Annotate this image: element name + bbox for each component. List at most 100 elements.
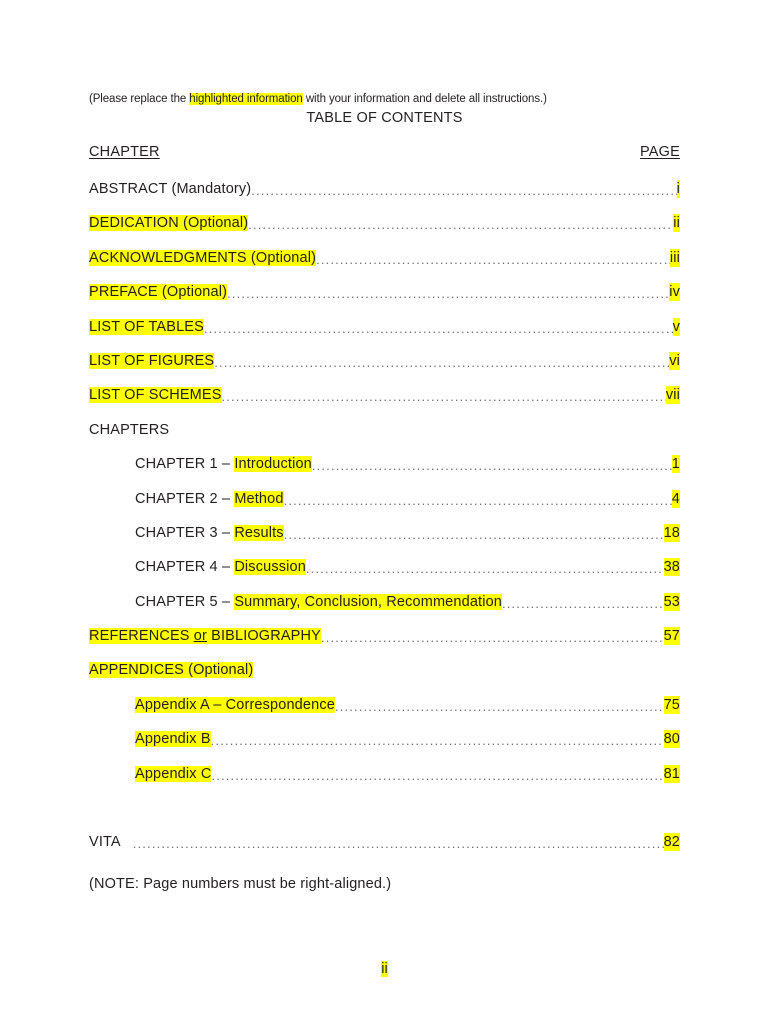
toc-entry-label: ACKNOWLEDGMENTS (Optional): [89, 249, 317, 267]
toc-entry-page-number: 81: [663, 764, 680, 783]
dot-leader: [335, 698, 664, 716]
footer-page-number-value: ii: [381, 961, 388, 977]
column-header-row: CHAPTER PAGE: [89, 143, 680, 161]
toc-entry-title: Summary, Conclusion, Recommendation: [234, 593, 503, 610]
dot-leader: [284, 492, 672, 510]
toc-entry-prefix: CHAPTER 2 –: [135, 490, 235, 507]
instruction-text-post: with your information and delete all ins…: [302, 93, 547, 105]
dot-leader: [204, 320, 673, 338]
toc-entry-page-number: v: [672, 317, 680, 336]
toc-entry-label: Appendix A – Correspondence: [135, 696, 335, 714]
toc-entry-label: ABSTRACT (Mandatory): [89, 180, 251, 198]
instruction-highlighted-term: highlighted information: [189, 93, 303, 105]
column-header-chapter: CHAPTER: [89, 144, 160, 160]
toc-entry-title-part: REFERENCES: [89, 628, 194, 645]
toc-entry-title: ABSTRACT (Mandatory): [89, 181, 252, 197]
toc-entry-title: PREFACE (Optional): [89, 284, 228, 301]
toc-row: APPENDICES (Optional): [89, 661, 680, 695]
note-line: (NOTE: Page numbers must be right-aligne…: [89, 876, 392, 892]
toc-row: LIST OF FIGURES vi: [89, 351, 680, 386]
dot-leader: [306, 560, 664, 578]
dot-leader: [227, 285, 669, 303]
toc-entry-label: CHAPTERS: [89, 421, 169, 439]
toc-entry-prefix: CHAPTER 5 –: [135, 593, 235, 610]
toc-entry-title: Discussion: [234, 559, 306, 576]
toc-entry-label: REFERENCES or BIBLIOGRAPHY: [89, 627, 321, 645]
toc-row: ACKNOWLEDGMENTS (Optional) iii: [89, 248, 680, 283]
toc-entry-prefix: CHAPTER 1 –: [135, 456, 235, 473]
column-header-page: PAGE: [639, 144, 680, 160]
toc-entry-page-number: vi: [669, 351, 680, 370]
toc-entry-label: CHAPTER 2 – Method: [135, 490, 284, 508]
dot-leader: [502, 595, 664, 613]
toc-entry-page-number: 80: [663, 730, 680, 749]
toc-entry-page-number: 75: [663, 695, 680, 714]
toc-entry-page-number: i: [676, 180, 680, 198]
page-title: TABLE OF CONTENTS: [306, 110, 463, 126]
toc-entry-page-number: 1: [671, 455, 680, 474]
toc-entry-title: ACKNOWLEDGMENTS (Optional): [89, 249, 317, 266]
instruction-text-pre: (Please replace the: [89, 93, 190, 105]
toc-entry-title: LIST OF FIGURES: [89, 352, 215, 369]
toc-entry-label: DEDICATION (Optional): [89, 214, 249, 232]
dot-leader: [248, 216, 673, 234]
toc-row: Appendix A – Correspondence 75: [89, 695, 680, 730]
dot-leader: [211, 732, 664, 750]
toc-entry-title: LIST OF SCHEMES: [89, 387, 222, 404]
dot-leader: [133, 835, 664, 853]
toc-entry-title-part: BIBLIOGRAPHY: [206, 628, 321, 645]
toc-entry-title: LIST OF TABLES: [89, 318, 204, 335]
toc-row: Appendix B 80: [89, 730, 680, 764]
toc-entry-label: CHAPTER 4 – Discussion: [135, 558, 306, 576]
toc-entry-label: VITA: [89, 833, 121, 851]
toc-entry-label: Appendix B: [135, 730, 211, 748]
toc-entry-title: Appendix C: [135, 765, 212, 782]
toc-entry-page-number: 53: [663, 592, 680, 611]
dot-leader: [222, 388, 666, 406]
dot-leader: [316, 251, 670, 269]
dot-leader: [321, 629, 664, 647]
toc-entry-page-number: 82: [663, 833, 680, 852]
toc-row-vita: VITA 82: [89, 833, 680, 867]
toc-entry-page-number: iii: [669, 248, 680, 267]
toc-entry-label: CHAPTER 5 – Summary, Conclusion, Recomme…: [135, 593, 503, 611]
toc-entry-title: APPENDICES (Optional): [89, 662, 254, 679]
toc-entry-title: Introduction: [234, 456, 312, 473]
toc-entry-label: CHAPTER 3 – Results: [135, 524, 284, 542]
toc-entry-page-number: vii: [665, 386, 680, 405]
dot-leader: [251, 182, 676, 200]
toc-entry-title: Method: [234, 490, 284, 507]
document-page: (Please replace the highlighted informat…: [0, 0, 768, 1024]
toc-row: CHAPTER 2 – Method 4: [89, 489, 680, 524]
toc-row: Appendix C 81: [89, 764, 680, 799]
toc-entry-page-number: 57: [663, 627, 680, 646]
toc-entry-prefix: CHAPTER 4 –: [135, 559, 235, 576]
toc-row: CHAPTER 5 – Summary, Conclusion, Recomme…: [89, 592, 680, 627]
toc-entry-label: LIST OF FIGURES: [89, 352, 215, 370]
toc-entry-label: Appendix C: [135, 765, 212, 783]
toc-entry-title: Appendix A – Correspondence: [135, 696, 335, 713]
toc-entry-label: PREFACE (Optional): [89, 283, 228, 301]
dot-leader: [214, 354, 669, 372]
toc-entry-page-number: 4: [671, 489, 680, 508]
toc-entry-prefix: CHAPTER 3 –: [135, 524, 235, 541]
vita-spacer: [89, 799, 680, 833]
toc-row: PREFACE (Optional) iv: [89, 283, 680, 317]
toc-entry-title: REFERENCES or BIBLIOGRAPHY: [89, 628, 321, 645]
dot-leader: [284, 526, 664, 544]
toc-entry-title: CHAPTERS: [89, 421, 170, 438]
dot-leader: [211, 767, 663, 785]
toc-entry-label: LIST OF TABLES: [89, 318, 204, 336]
toc-row: CHAPTER 4 – Discussion 38: [89, 558, 680, 592]
toc-entry-title: Results: [234, 524, 284, 541]
dot-leader: [312, 457, 672, 475]
toc-entry-title: Appendix B: [135, 731, 211, 748]
toc-row: LIST OF SCHEMES vii: [89, 386, 680, 420]
toc-entry-label: APPENDICES (Optional): [89, 661, 254, 679]
footer-page-number: ii: [89, 960, 680, 978]
toc-row: CHAPTER 3 – Results 18: [89, 523, 680, 558]
toc-entry-page-number: ii: [673, 214, 680, 233]
toc-entry-page-number: 38: [663, 558, 680, 577]
toc-entry-page-number: 18: [663, 523, 680, 542]
toc-row: DEDICATION (Optional) ii: [89, 214, 680, 248]
